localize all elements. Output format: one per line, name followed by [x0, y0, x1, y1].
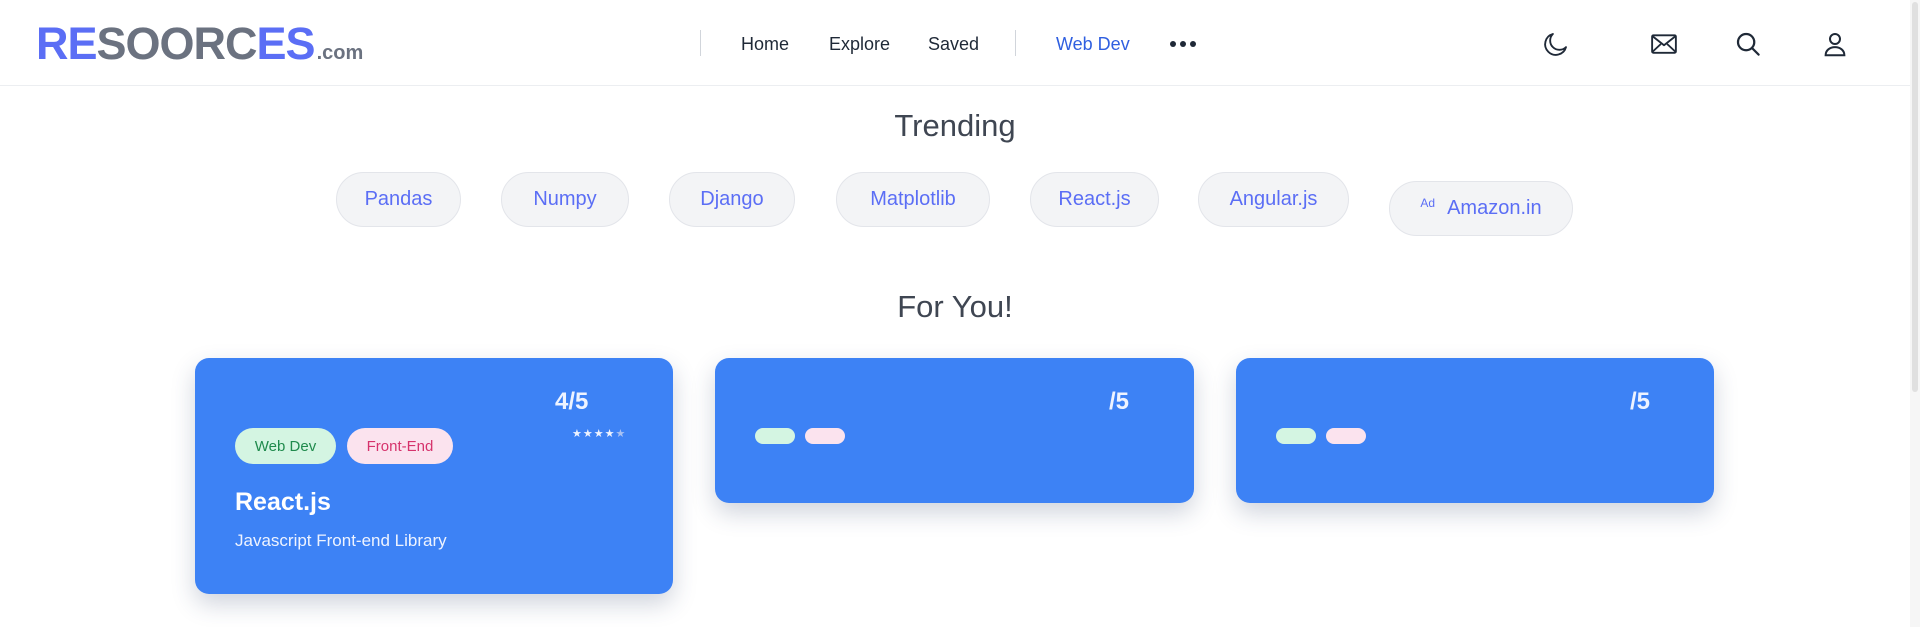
- mail-icon[interactable]: [1649, 29, 1679, 59]
- trending-pill-angularjs[interactable]: Angular.js: [1198, 172, 1349, 227]
- resource-card-placeholder-1[interactable]: /5: [715, 358, 1194, 503]
- tag-placeholder: [755, 428, 795, 444]
- top-navbar: RESOORCES .com Home Explore Saved Web Dev: [0, 0, 1920, 86]
- tag-placeholder: [1276, 428, 1316, 444]
- logo-part-re: RE: [36, 18, 98, 69]
- card-score: /5: [1109, 388, 1130, 415]
- for-you-heading: For You!: [897, 289, 1013, 324]
- trending-pill-numpy[interactable]: Numpy: [501, 172, 629, 227]
- user-icon[interactable]: [1820, 29, 1850, 59]
- ad-badge: Ad: [1420, 195, 1436, 210]
- ellipsis-icon[interactable]: [1169, 35, 1197, 53]
- card-description: Javascript Front-end Library: [235, 531, 447, 550]
- resource-card-reactjs[interactable]: 4/5 ★★★★★ Web Dev Front-End React.js Jav…: [195, 358, 673, 594]
- scrollbar-thumb[interactable]: [1912, 2, 1918, 392]
- logo-suffix: .com: [316, 42, 364, 64]
- card-title: React.js: [235, 488, 331, 516]
- logo-part-es: ES: [256, 18, 316, 69]
- card-score: /5: [1630, 388, 1651, 415]
- tag-web-dev[interactable]: Web Dev: [235, 428, 336, 464]
- trending-pill-reactjs[interactable]: React.js: [1030, 172, 1159, 227]
- trending-pill-django[interactable]: Django: [669, 172, 795, 227]
- site-logo[interactable]: RESOORCES .com: [36, 18, 363, 70]
- trending-pill-pandas[interactable]: Pandas: [336, 172, 461, 227]
- nav-divider-left: [700, 30, 701, 56]
- tag-front-end[interactable]: Front-End: [347, 428, 453, 464]
- nav-divider-right: [1015, 30, 1016, 56]
- nav-saved[interactable]: Saved: [928, 34, 979, 55]
- trending-heading: Trending: [894, 108, 1016, 143]
- tag-placeholder: [1326, 428, 1366, 444]
- ad-pill-amazon[interactable]: Ad Amazon.in: [1389, 181, 1573, 236]
- moon-icon[interactable]: [1541, 29, 1571, 59]
- nav-home[interactable]: Home: [741, 34, 789, 55]
- star-rating: ★★★★★: [572, 428, 627, 440]
- trending-pill-matplotlib[interactable]: Matplotlib: [836, 172, 990, 227]
- resource-card-placeholder-2[interactable]: /5: [1236, 358, 1714, 503]
- logo-part-soorc: SOORC: [96, 18, 258, 69]
- ad-label: Amazon.in: [1447, 197, 1542, 219]
- search-icon[interactable]: [1733, 29, 1763, 59]
- tag-placeholder: [805, 428, 845, 444]
- nav-explore[interactable]: Explore: [829, 34, 890, 55]
- card-score: 4/5: [555, 388, 589, 415]
- nav-web-dev[interactable]: Web Dev: [1056, 34, 1130, 55]
- page-scrollbar[interactable]: [1910, 0, 1920, 627]
